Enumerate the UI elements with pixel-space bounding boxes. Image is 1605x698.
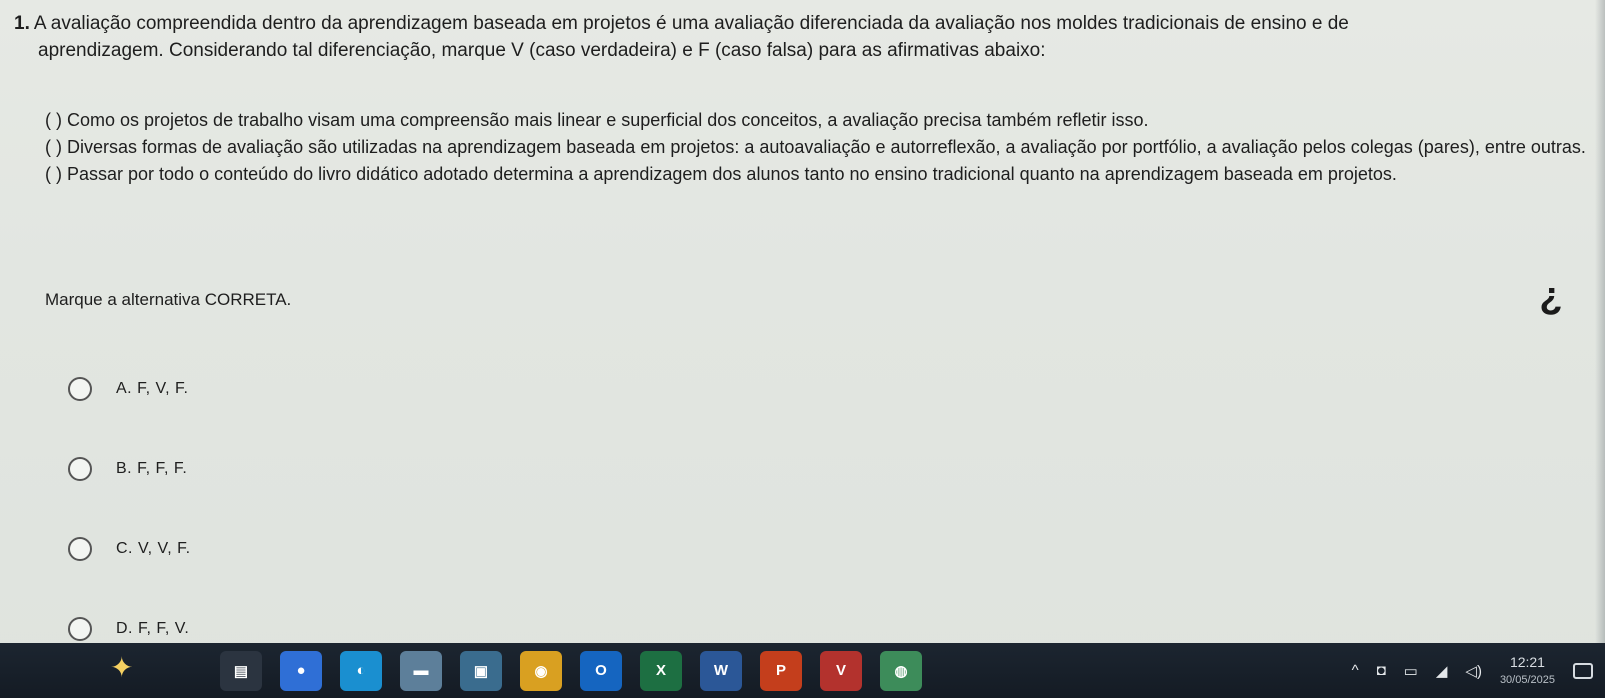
photos-icon[interactable]: ▬ xyxy=(400,650,442,691)
powerpoint-icon[interactable]: P xyxy=(760,650,802,691)
question-header: 1. A avaliação compreendida dentro da apr… xyxy=(14,10,1584,37)
statements-list: ( ) Como os projetos de trabalho visam u… xyxy=(45,108,1590,189)
question-text-line-2: aprendizagem. Considerando tal diferenci… xyxy=(38,40,1046,61)
chrome-icon[interactable]: ◉ xyxy=(520,650,562,691)
question-number: 1. xyxy=(14,13,30,34)
question-text-line-1: A avaliação compreendida dentro da apren… xyxy=(33,13,1349,34)
statement-2: ( ) Diversas formas de avaliação são uti… xyxy=(45,137,1586,157)
option-a[interactable]: A. F, V, F. xyxy=(68,374,191,404)
outlook-icon[interactable]: O xyxy=(580,650,622,691)
volume-icon[interactable]: ◁) xyxy=(1465,662,1482,680)
clock-time: 12:21 xyxy=(1509,653,1545,670)
radio-button-c[interactable] xyxy=(68,537,92,561)
answer-prompt: Marque a alternativa CORRETA. xyxy=(45,290,292,309)
globe-icon[interactable]: ◍ xyxy=(880,650,922,691)
option-b-label: B. F, F, F. xyxy=(116,460,188,477)
taskbar-apps: ▤ ● ◐ ▬ ▣ ◉ O X W P V ◍ xyxy=(220,650,922,691)
sparkle-icon[interactable]: ✦ xyxy=(110,651,133,684)
quiz-page: 1. A avaliação compreendida dentro da apr… xyxy=(0,0,1605,643)
option-b[interactable]: B. F, F, F. xyxy=(68,454,191,484)
radio-button-a[interactable] xyxy=(68,377,92,401)
system-tray: ^ ◘ ▭ ◢ ◁) 12:21 30/05/2025 xyxy=(1352,643,1593,698)
option-c[interactable]: C. V, V, F. xyxy=(68,534,191,564)
clock[interactable]: 12:21 30/05/2025 xyxy=(1500,653,1555,689)
excel-icon[interactable]: X xyxy=(640,650,682,691)
battery-icon[interactable]: ▭ xyxy=(1404,662,1418,680)
question-block: 1. A avaliação compreendida dentro da apr… xyxy=(14,10,1584,64)
edge-icon[interactable]: ◐ xyxy=(340,650,382,691)
option-d[interactable]: D. F, F, V. xyxy=(68,614,191,644)
camera-icon[interactable]: ◘ xyxy=(1377,662,1386,679)
notification-icon[interactable] xyxy=(1573,662,1593,679)
radio-button-b[interactable] xyxy=(68,457,92,481)
word-icon[interactable]: W xyxy=(700,650,742,691)
wifi-icon[interactable]: ◢ xyxy=(1436,662,1448,680)
statement-1: ( ) Como os projetos de trabalho visam u… xyxy=(45,110,1149,130)
store-icon[interactable]: ▣ xyxy=(460,650,502,691)
chevron-up-icon[interactable]: ^ xyxy=(1352,662,1359,679)
radio-button-d[interactable] xyxy=(68,617,92,641)
option-d-label: D. F, F, V. xyxy=(116,620,190,637)
help-question-icon[interactable]: ¿ xyxy=(1533,268,1569,324)
taskbar: ✦ ▤ ● ◐ ▬ ▣ ◉ O X W P V ◍ ^ ◘ ▭ ◢ ◁) 12:21 30/05/20… xyxy=(0,643,1605,698)
option-c-label: C. V, V, F. xyxy=(116,540,191,557)
taskbar-left: ✦ xyxy=(0,643,200,698)
statement-3: ( ) Passar por todo o conteúdo do livro … xyxy=(45,164,1397,184)
calendar-icon[interactable]: ▤ xyxy=(220,650,262,691)
vivaldi-icon[interactable]: V xyxy=(820,650,862,691)
option-a-label: A. F, V, F. xyxy=(116,380,189,397)
browser-blue-icon[interactable]: ● xyxy=(280,650,322,691)
clock-date: 30/05/2025 xyxy=(1499,673,1555,686)
scrollbar-edge[interactable] xyxy=(1595,0,1605,643)
